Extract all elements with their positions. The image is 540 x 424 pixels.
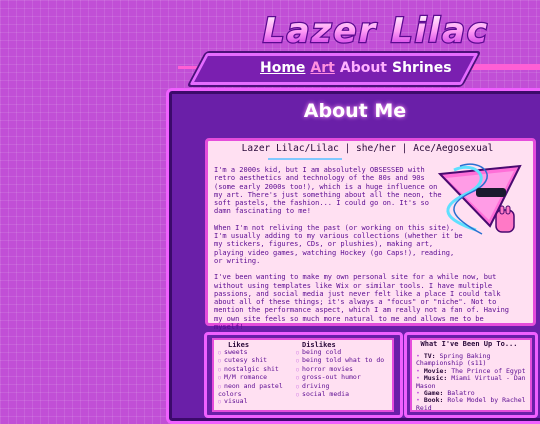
activities-heading: What I've Been Up To... bbox=[420, 340, 518, 348]
logo-graphic: Lazer Lilac bbox=[262, 10, 489, 52]
nav-links: Home Art About Shrines bbox=[260, 57, 452, 79]
likes-list: sweets cutesy shit nostalgic shit M/M ro… bbox=[218, 348, 296, 407]
nav-link-about[interactable]: About bbox=[340, 60, 387, 76]
about-paragraph-1: I'm a 2000s kid, but I am absolutely OBS… bbox=[214, 166, 442, 216]
nav-link-shrines[interactable]: Shrines bbox=[392, 60, 452, 76]
page-title: About Me bbox=[303, 100, 407, 122]
about-paragraph-2: When I'm not reliving the past (or worki… bbox=[214, 223, 463, 265]
dislikes-item: social media bbox=[296, 390, 388, 399]
about-header: Lazer Lilac/Lilac | she/her | Ace/Aegose… bbox=[241, 143, 494, 154]
nav-link-home[interactable]: Home bbox=[260, 60, 305, 76]
site-logo[interactable]: Lazer Lilac bbox=[244, 8, 508, 52]
logo-text: Lazer Lilac bbox=[263, 11, 489, 51]
activity-item: TV: Spring Baking Championship (s11) bbox=[416, 352, 528, 368]
header-separator bbox=[268, 158, 342, 160]
retro-triangle-art bbox=[437, 163, 522, 235]
nav-link-art[interactable]: Art bbox=[310, 60, 334, 76]
header-divider-notch bbox=[462, 64, 540, 70]
about-paragraph-3: I've been wanting to make my own persona… bbox=[214, 273, 510, 332]
likes-item: visual bbox=[218, 398, 296, 406]
activities-list: TV: Spring Baking Championship (s11) Mov… bbox=[416, 352, 528, 412]
likes-item: neon and pastel colors bbox=[218, 382, 296, 399]
activity-item: Music: Miami Virtual - Dan Mason bbox=[416, 374, 528, 390]
dislikes-list: being cold being told what to do horror … bbox=[296, 348, 388, 399]
